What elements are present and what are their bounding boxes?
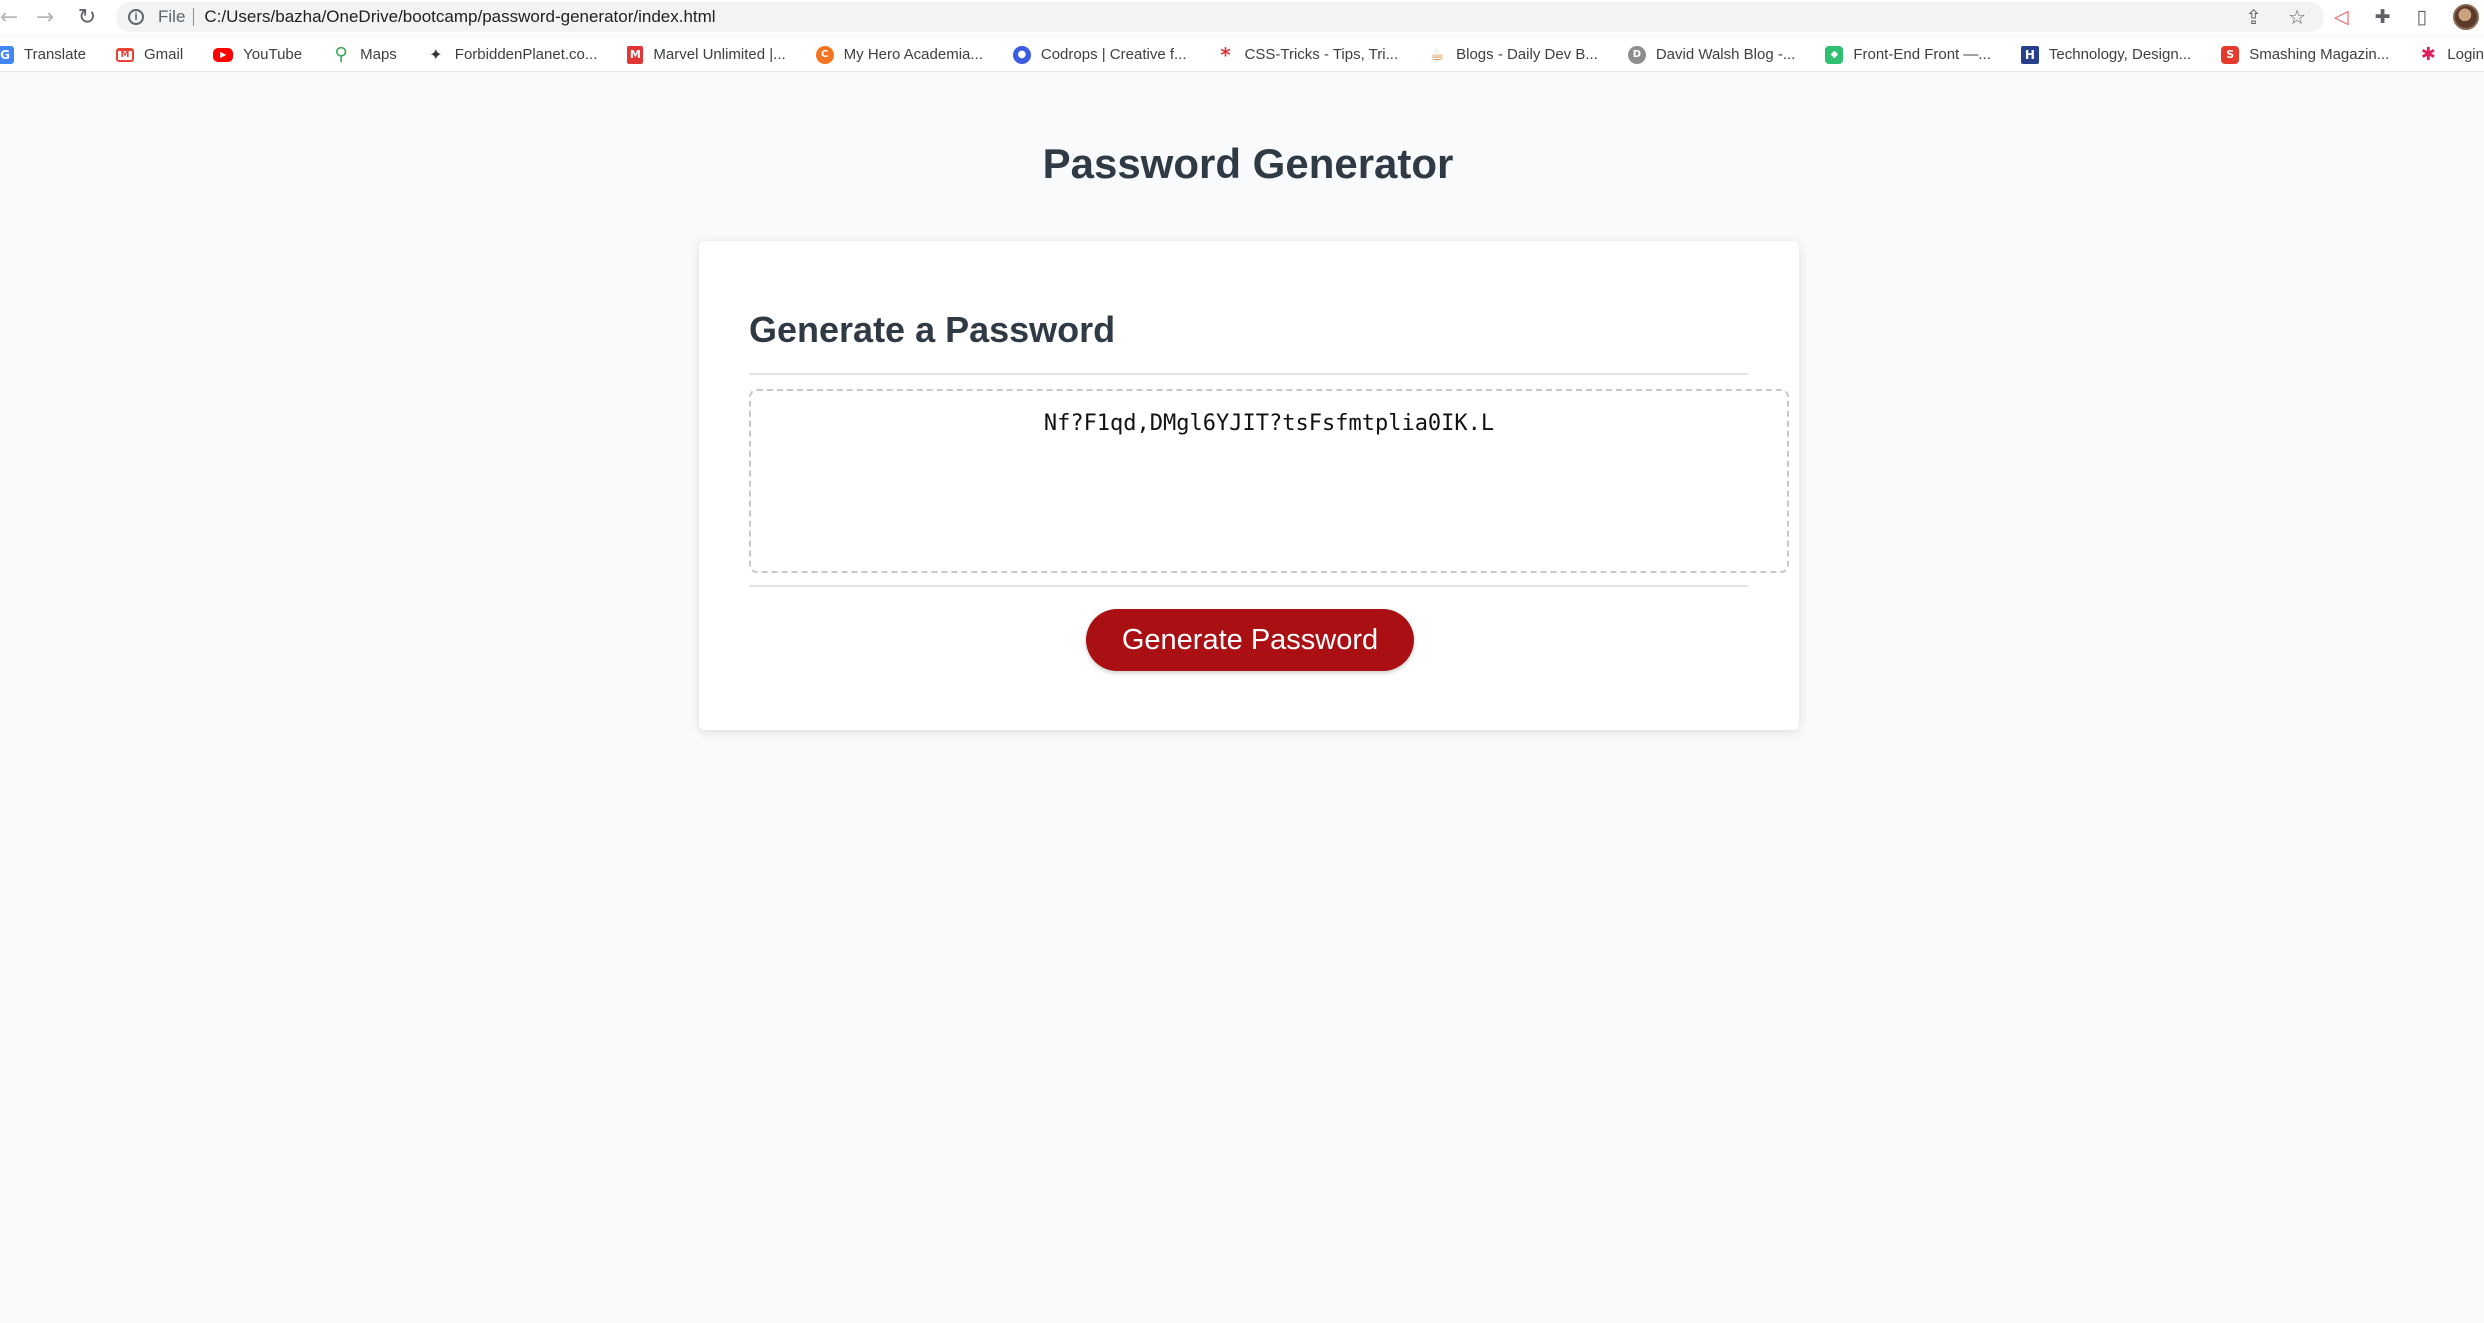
address-bar[interactable]: i File C:/Users/bazha/OneDrive/bootcamp/… (116, 2, 2324, 32)
front-end-front-icon: ◆ (1825, 45, 1844, 64)
bookmark-css-tricks[interactable]: * CSS-Tricks - Tips, Tri... (1217, 42, 1399, 67)
star-icon[interactable]: ☆ (2288, 5, 2306, 29)
back-arrow-icon[interactable]: ← (0, 2, 24, 32)
reload-icon[interactable]: ↻ (72, 2, 102, 32)
bookmark-label: David Walsh Blog -... (1655, 46, 1796, 63)
info-icon[interactable]: i (128, 9, 144, 25)
bookmark-forbidden-planet[interactable]: ✦ ForbiddenPlanet.co... (427, 45, 598, 64)
bookmark-label: Marvel Unlimited |... (653, 46, 786, 63)
technology-icon: H (2020, 45, 2039, 64)
bookmark-youtube[interactable]: ▶ YouTube (213, 46, 302, 63)
forward-arrow-icon[interactable]: → (30, 2, 60, 32)
extension-record-icon[interactable]: ◁ (2334, 6, 2349, 28)
smashing-icon: S (2221, 45, 2240, 64)
css-tricks-icon: * (1220, 42, 1231, 67)
password-output[interactable]: Nf?F1qd,DMgl6YJIT?tsFsfmtplia0IK.L (749, 389, 1789, 573)
browser-toolbar: ← → ↻ i File C:/Users/bazha/OneDrive/boo… (0, 0, 2484, 34)
bookmark-front-end-front[interactable]: ◆ Front-End Front —... (1825, 45, 1991, 64)
divider-bottom (749, 585, 1748, 587)
crunchyroll-icon: C (815, 45, 834, 64)
bookmark-label: Front-End Front —... (1853, 46, 1991, 63)
generator-card: Generate a Password Nf?F1qd,DMgl6YJIT?ts… (699, 241, 1799, 730)
bookmark-label: Codrops | Creative f... (1040, 46, 1187, 63)
bookmark-marvel[interactable]: M Marvel Unlimited |... (627, 45, 786, 64)
bookmark-smashing[interactable]: S Smashing Magazin... (2221, 45, 2390, 64)
marvel-icon: M (627, 45, 644, 64)
maps-icon: ⚲ (334, 44, 348, 65)
bookmark-label: Login | Slack (2447, 46, 2484, 63)
generate-password-button[interactable]: Generate Password (1086, 609, 1414, 671)
bookmark-label: Gmail (143, 46, 184, 63)
bookmark-label: Blogs - Daily Dev B... (1456, 46, 1598, 63)
bookmark-label: YouTube (243, 46, 303, 63)
bookmark-label: My Hero Academia... (843, 46, 983, 63)
bookmark-label: ForbiddenPlanet.co... (454, 46, 598, 63)
blogs-icon: ☕ (1429, 45, 1445, 64)
puzzle-icon[interactable]: ✚ (2375, 6, 2391, 28)
translate-icon: G (0, 45, 14, 64)
bookmarks-bar: G Translate M Gmail ▶ YouTube ⚲ Maps ✦ Forbid… (0, 38, 2484, 72)
gmail-icon: M (115, 47, 134, 62)
bookmark-label: Technology, Design... (2048, 46, 2192, 63)
bookmark-technology[interactable]: H Technology, Design... (2020, 45, 2192, 64)
forbidden-planet-icon: ✦ (429, 45, 443, 64)
side-panel-icon[interactable]: ▯ (2417, 6, 2427, 28)
avatar[interactable] (2453, 4, 2480, 30)
share-icon[interactable]: ⇪ (2245, 5, 2262, 29)
slack-icon: ✱ (2420, 44, 2436, 65)
bookmark-label: CSS-Tricks - Tips, Tri... (1244, 46, 1399, 63)
url-text[interactable]: C:/Users/bazha/OneDrive/bootcamp/passwor… (204, 7, 715, 27)
bookmark-label: Translate (24, 46, 86, 63)
bookmark-translate[interactable]: G Translate (0, 45, 86, 64)
url-scheme-label: File (158, 7, 186, 26)
bookmark-label: Maps (360, 46, 397, 63)
bookmark-my-hero-academia[interactable]: C My Hero Academia... (815, 45, 983, 64)
card-header: Generate a Password (749, 309, 1116, 350)
bookmark-codrops[interactable]: ● Codrops | Creative f... (1012, 45, 1187, 64)
bookmark-label: Smashing Magazin... (2249, 46, 2390, 63)
page-title: Password Generator (1042, 140, 1454, 187)
bookmark-slack[interactable]: ✱ Login | Slack (2419, 44, 2484, 65)
divider-top (749, 373, 1748, 375)
bookmark-blogs[interactable]: ☕ Blogs - Daily Dev B... (1428, 45, 1598, 64)
bookmark-maps[interactable]: ⚲ Maps (332, 44, 397, 65)
url-separator (193, 8, 195, 26)
bookmark-david-walsh[interactable]: D David Walsh Blog -... (1627, 45, 1796, 64)
bookmark-gmail[interactable]: M Gmail (115, 46, 184, 63)
youtube-icon: ▶ (213, 47, 234, 62)
david-walsh-icon: D (1627, 45, 1646, 64)
codrops-icon: ● (1012, 45, 1031, 64)
